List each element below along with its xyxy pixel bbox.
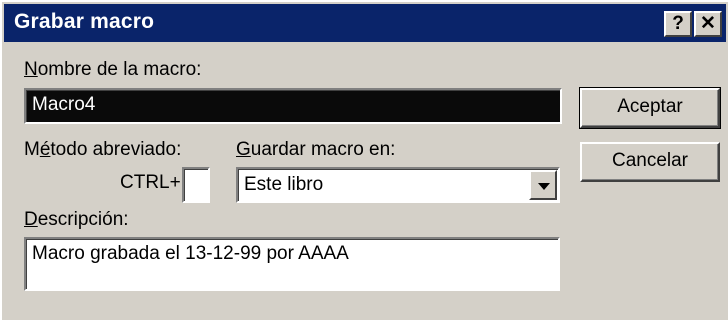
store-macro-label-text: uardar macro en: xyxy=(250,139,396,160)
macro-name-value: Macro4 xyxy=(32,94,96,115)
macro-name-label-text: ombre de la macro: xyxy=(37,59,202,80)
dropdown-arrow-icon[interactable] xyxy=(529,170,557,200)
description-label: Descripción: xyxy=(24,209,129,231)
description-textarea[interactable]: Macro grabada el 13-12-99 por AAAA xyxy=(24,237,560,291)
description-value: Macro grabada el 13-12-99 por AAAA xyxy=(32,243,349,264)
close-button[interactable]: ✕ xyxy=(694,11,722,37)
shortcut-key-input[interactable] xyxy=(182,167,210,203)
store-macro-selected-value: Este libro xyxy=(244,174,324,195)
macro-name-label: Nombre de la macro: xyxy=(24,59,201,81)
macro-name-label-accelerator: N xyxy=(24,59,38,80)
help-button[interactable]: ? xyxy=(664,11,692,37)
accept-button[interactable]: Aceptar xyxy=(579,87,721,129)
cancel-button[interactable]: Cancelar xyxy=(580,142,720,182)
macro-name-input[interactable]: Macro4 xyxy=(24,88,562,124)
shortcut-label-accelerator: é xyxy=(39,139,51,160)
ctrl-prefix-label: CTRL+ xyxy=(120,172,181,193)
title-bar[interactable]: Grabar macro ? ✕ xyxy=(4,4,726,42)
record-macro-dialog: Grabar macro ? ✕ Nombre de la macro: Mac… xyxy=(0,0,728,320)
description-label-text: escripción: xyxy=(37,209,129,230)
description-label-accelerator: D xyxy=(24,209,38,230)
help-icon: ? xyxy=(672,13,684,34)
dialog-title: Grabar macro xyxy=(14,10,155,33)
shortcut-label: Método abreviado: xyxy=(24,139,181,161)
store-macro-label-accelerator: G xyxy=(236,139,251,160)
close-icon: ✕ xyxy=(700,13,716,34)
store-macro-label: Guardar macro en: xyxy=(236,139,395,161)
shortcut-label-text: todo abreviado: xyxy=(50,139,182,160)
shortcut-label-prefix: M xyxy=(24,139,40,160)
store-macro-select[interactable]: Este libro xyxy=(236,167,560,203)
